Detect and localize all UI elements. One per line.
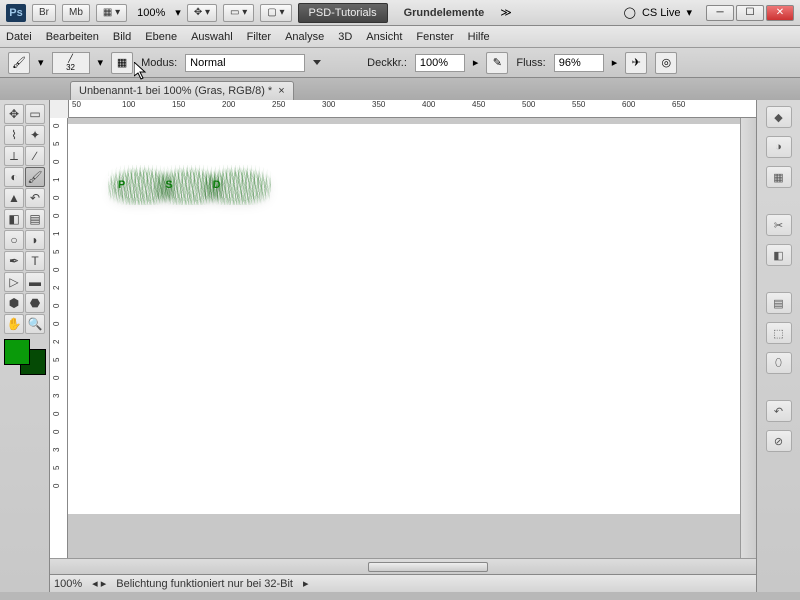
move-tool[interactable]: ✥ [4,104,24,124]
zoom-tool[interactable]: 🔍 [25,314,45,334]
document-tab-label: Unbenannt-1 bei 100% (Gras, RGB/8) * [79,85,272,97]
hand-tool[interactable]: ✋ [4,314,24,334]
actions-panel-icon[interactable]: ⊘ [766,430,792,452]
hand-tool-button[interactable]: ✥ ▾ [187,4,217,22]
color-panel-icon[interactable]: ◆ [766,106,792,128]
layers-panel-icon[interactable]: ▤ [766,292,792,314]
mode-label: Modus: [141,57,177,69]
masks-panel-icon[interactable]: ◧ [766,244,792,266]
type-tool[interactable]: T [25,251,45,271]
pressure-size-icon[interactable]: ◎ [655,52,677,74]
scroll-thumb[interactable] [368,562,488,572]
vertical-ruler: 050100150200250300350 [50,118,68,558]
path-select-tool[interactable]: ▷ [4,272,24,292]
cs-live-label[interactable]: CS Live [642,7,681,19]
marquee-tool[interactable]: ▭ [25,104,45,124]
search-icon[interactable]: ◯ [624,6,636,19]
pen-tool[interactable]: ✒ [4,251,24,271]
menu-analyse[interactable]: Analyse [285,31,324,43]
channels-panel-icon[interactable]: ⬚ [766,322,792,344]
menu-datei[interactable]: Datei [6,31,32,43]
grass-letter: S [165,179,212,191]
application-bar: Ps Br Mb ▦ ▾ 100%▾ ✥ ▾ ▭ ▾ ▢ ▾ PSD-Tutor… [0,0,800,26]
document-canvas[interactable]: PSD [68,124,740,514]
menu-bearbeiten[interactable]: Bearbeiten [46,31,99,43]
dodge-tool[interactable]: ◗ [25,230,45,250]
zoom-level[interactable]: 100% [133,7,169,19]
opacity-label: Deckkr.: [367,57,407,69]
more-icon[interactable]: ≫ [500,6,512,19]
maximize-button[interactable]: ☐ [736,5,764,21]
minimize-button[interactable]: ─ [706,5,734,21]
blend-mode-select[interactable] [185,54,305,72]
bridge-button[interactable]: Br [32,4,56,22]
styles-panel-icon[interactable]: ▦ [766,166,792,188]
3d-camera-tool[interactable]: ⬣ [25,293,45,313]
menu-bild[interactable]: Bild [113,31,131,43]
screen-mode-button[interactable]: ▢ ▾ [260,4,291,22]
swatches-panel-icon[interactable]: ◑ [766,136,792,158]
airbrush-icon[interactable]: ✈ [625,52,647,74]
horizontal-ruler: 50100150200250300350400450500550600650 [50,100,756,118]
brush-panel-toggle[interactable]: ▦ [111,52,133,74]
view-extras-button[interactable]: ▦ ▾ [96,4,127,22]
close-button[interactable]: ✕ [766,5,794,21]
history-panel-icon[interactable]: ↶ [766,400,792,422]
opacity-input[interactable] [415,54,465,72]
tool-options-bar: 🖌▾ ╱ 32 ▾ ▦ Modus: Deckkr.: ▸ ✎ Fluss: ▸… [0,48,800,78]
eyedropper-tool[interactable]: ∕ [25,146,45,166]
history-brush-tool[interactable]: ↶ [25,188,45,208]
adjustments-panel-icon[interactable]: ✂ [766,214,792,236]
grass-letter: D [213,179,261,191]
menu-auswahl[interactable]: Auswahl [191,31,233,43]
brush-tool[interactable]: 🖌 [25,167,45,187]
status-zoom[interactable]: 100% [54,578,82,590]
brush-tool-icon[interactable]: 🖌 [8,52,30,74]
minibridge-button[interactable]: Mb [62,4,90,22]
menu-hilfe[interactable]: Hilfe [468,31,490,43]
menu-fenster[interactable]: Fenster [416,31,453,43]
menu-ebene[interactable]: Ebene [145,31,177,43]
healing-tool[interactable]: ◐ [4,167,24,187]
blur-tool[interactable]: ○ [4,230,24,250]
foreground-color[interactable] [4,339,30,365]
wand-tool[interactable]: ✦ [25,125,45,145]
menu-3d[interactable]: 3D [338,31,352,43]
document-tab[interactable]: Unbenannt-1 bei 100% (Gras, RGB/8) * × [70,81,294,100]
gradient-tool[interactable]: ▤ [25,209,45,229]
menu-ansicht[interactable]: Ansicht [366,31,402,43]
menu-filter[interactable]: Filter [247,31,271,43]
grass-letter: P [118,179,165,191]
crop-tool[interactable]: ⟂ [4,146,24,166]
pressure-opacity-icon[interactable]: ✎ [486,52,508,74]
collapsed-panels: ◆ ◑ ▦ ✂ ◧ ▤ ⬚ ⬯ ↶ ⊘ [756,100,800,592]
close-tab-icon[interactable]: × [278,85,284,97]
workspace-selector-2[interactable]: Grundelemente [394,4,495,22]
shape-tool[interactable]: ▬ [25,272,45,292]
horizontal-scrollbar[interactable] [50,558,756,574]
lasso-tool[interactable]: ⌇ [4,125,24,145]
color-swatches[interactable] [4,339,46,375]
tools-panel: ✥▭ ⌇✦ ⟂∕ ◐🖌 ▲↶ ◧▤ ○◗ ✒T ▷▬ ⬢⬣ ✋🔍 [0,100,50,592]
document-tab-strip: Unbenannt-1 bei 100% (Gras, RGB/8) * × [0,78,800,100]
stamp-tool[interactable]: ▲ [4,188,24,208]
brush-size[interactable]: 32 [66,63,75,72]
menu-bar: Datei Bearbeiten Bild Ebene Auswahl Filt… [0,26,800,48]
eraser-tool[interactable]: ◧ [4,209,24,229]
canvas-viewport[interactable]: PSD [68,118,740,558]
photoshop-logo-icon: Ps [6,4,26,22]
arrange-docs-button[interactable]: ▭ ▾ [223,4,254,22]
status-bar: 100% ◂ ▸ Belichtung funktioniert nur bei… [50,574,756,592]
3d-tool[interactable]: ⬢ [4,293,24,313]
vertical-scrollbar[interactable] [740,118,756,558]
flow-label: Fluss: [516,57,545,69]
flow-input[interactable] [554,54,604,72]
status-message: Belichtung funktioniert nur bei 32-Bit [116,578,293,590]
workspace-selector[interactable]: PSD-Tutorials [298,3,388,23]
paths-panel-icon[interactable]: ⬯ [766,352,792,374]
